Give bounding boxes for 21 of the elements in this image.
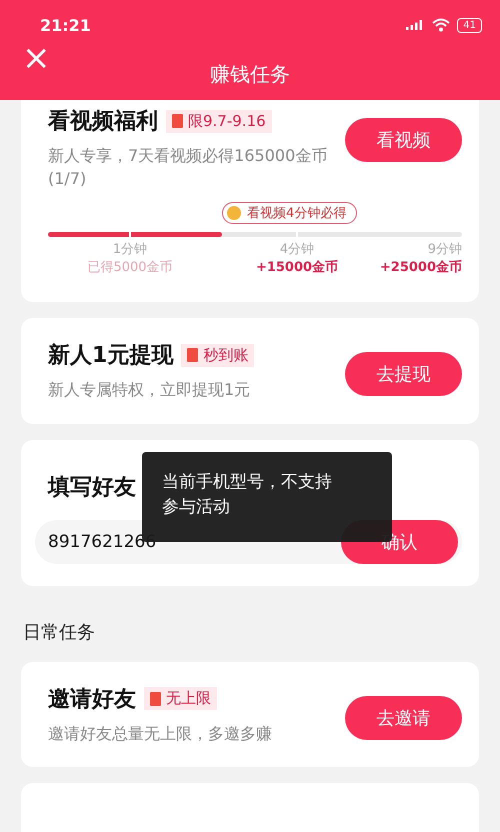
progress-tooltip: 看视频4分钟必得 bbox=[222, 202, 358, 224]
milestone-time: 1分钟 bbox=[112, 241, 148, 258]
milestone-reward: +25000金币 bbox=[380, 258, 462, 276]
milestone-time: 9分钟 bbox=[428, 241, 462, 258]
task-badge: 无上限 bbox=[144, 687, 217, 710]
task-title: 填写好友 bbox=[48, 474, 136, 502]
task-description: 新人专属特权，立即提现1元 bbox=[48, 379, 252, 402]
page-title: 赚钱任务 bbox=[210, 60, 290, 88]
status-time: 21:21 bbox=[40, 16, 91, 34]
milestone-reward: 已得5000金币 bbox=[87, 259, 173, 276]
battery-icon: 41 bbox=[457, 18, 482, 32]
task-title: 新人1元提现 bbox=[48, 342, 174, 370]
task-badge: 限9.7-9.16 bbox=[166, 110, 272, 132]
section-title: 日常任务 bbox=[22, 620, 96, 645]
task-description: 邀请好友总量无上限，多邀多赚 bbox=[48, 722, 273, 745]
task-badge: 秒到账 bbox=[181, 344, 254, 367]
task-description: 新人专享，7天看视频必得165000金币(1/7) bbox=[48, 145, 328, 190]
milestone-reward: +15000金币 bbox=[256, 258, 338, 276]
milestone-time: 4分钟 bbox=[280, 241, 314, 258]
task-title: 看视频福利 bbox=[48, 108, 158, 136]
task-title: 邀请好友 bbox=[48, 686, 136, 714]
